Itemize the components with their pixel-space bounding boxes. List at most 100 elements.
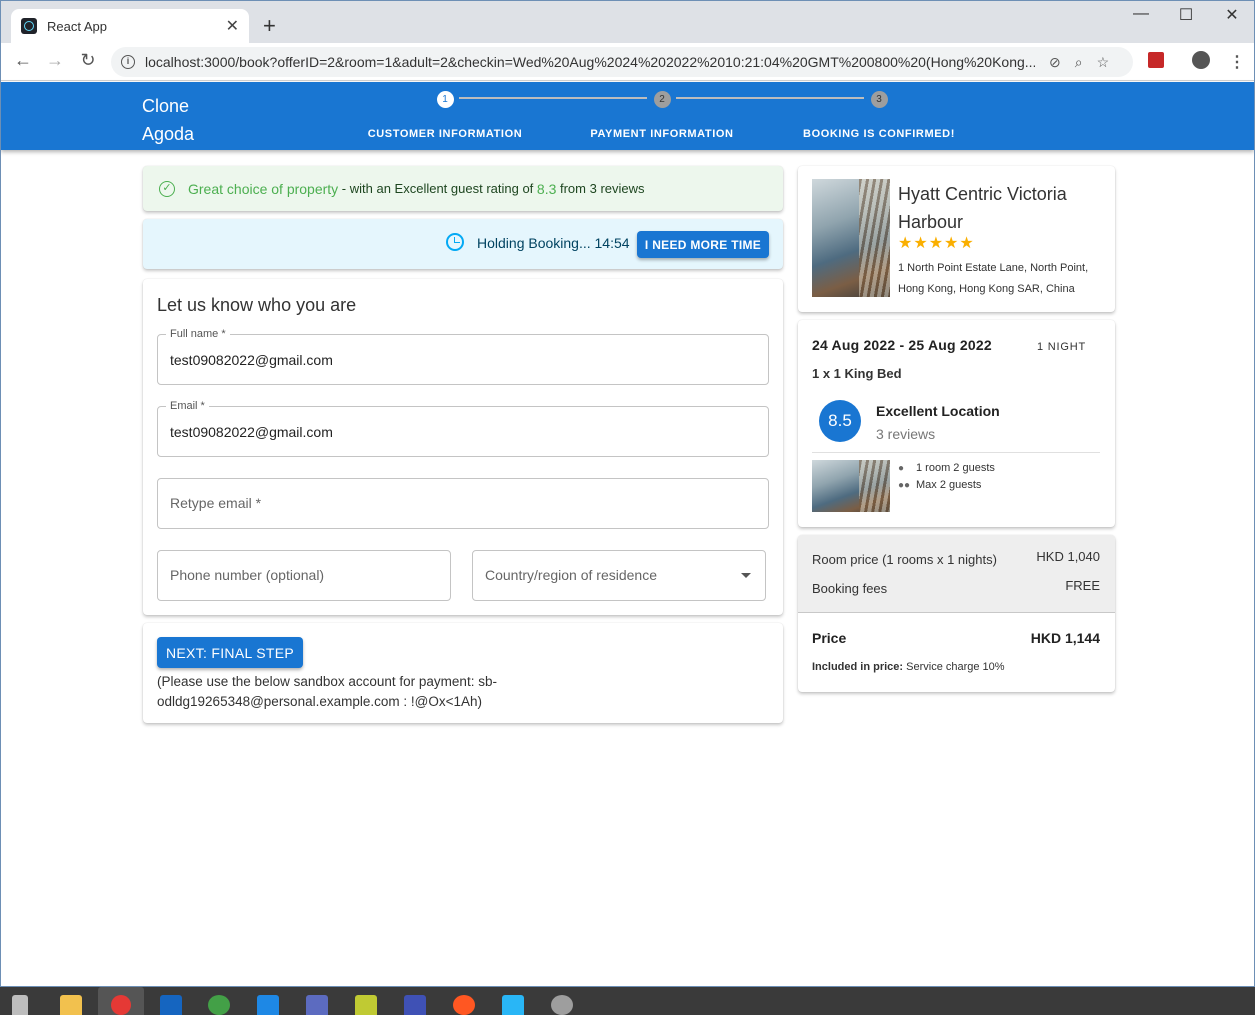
reload-icon[interactable]: ↻: [76, 50, 100, 71]
extension-icon[interactable]: [1148, 52, 1164, 68]
country-placeholder: Country/region of residence: [485, 567, 657, 583]
email-value[interactable]: test09082022@gmail.com: [170, 424, 333, 440]
profile-avatar-icon[interactable]: [1192, 51, 1210, 69]
retype-email-placeholder: Retype email *: [170, 495, 262, 511]
email-field[interactable]: Email * test09082022@gmail.com: [157, 400, 769, 457]
full-name-field[interactable]: Full name * test09082022@gmail.com: [157, 328, 769, 385]
customer-info-form: Let us know who you are Full name * test…: [143, 279, 783, 615]
rating-middle-text: - with an Excellent guest rating of: [338, 181, 537, 196]
form-title: Let us know who you are: [157, 295, 357, 315]
price-breakdown: Room price (1 rooms x 1 nights) HKD 1,04…: [798, 535, 1115, 613]
paint-icon[interactable]: [551, 995, 573, 1015]
hotel-photo: [812, 179, 890, 297]
postman-icon[interactable]: [453, 995, 475, 1015]
task-view-icon[interactable]: [12, 995, 28, 1015]
included-label: Included in price:: [812, 661, 904, 673]
react-logo-icon: [21, 18, 37, 34]
brand-logo[interactable]: Clone Agoda: [142, 92, 222, 148]
control-panel-icon[interactable]: [502, 995, 524, 1015]
dropdown-arrow-icon[interactable]: [741, 573, 751, 578]
booking-fees-value: FREE: [1065, 578, 1100, 593]
rating-highlight: Great choice of property: [188, 180, 339, 197]
person-icon: ●: [898, 463, 905, 474]
rating-score: 8.3: [536, 180, 557, 197]
hotel-address: 1 North Point Estate Lane, North Point, …: [898, 262, 1089, 295]
bed-type: 1 x 1 King Bed: [812, 366, 902, 381]
outlook-icon[interactable]: [160, 995, 182, 1015]
rating-alert: ✓ Great choice of property - with an Exc…: [143, 166, 783, 211]
country-select[interactable]: Country/region of residence: [472, 550, 766, 601]
room-price-label: Room price (1 rooms x 1 nights): [812, 552, 997, 567]
mysql-workbench-icon[interactable]: [404, 995, 426, 1015]
next-step-card: NEXT: FINAL STEP (Please use the below s…: [143, 623, 783, 723]
app-bar: Clone Agoda 1 CUSTOMER INFORMATION 2 PAY…: [1, 82, 1254, 150]
address-bar[interactable]: i localhost:3000/book?offerID=2&room=1&a…: [111, 47, 1133, 77]
tab-close-icon[interactable]: ✕: [226, 16, 239, 36]
site-info-icon[interactable]: i: [121, 55, 135, 69]
total-price-value: HKD 1,144: [1030, 630, 1100, 646]
holding-booking-alert: Holding Booking... 14:54 I NEED MORE TIM…: [143, 219, 783, 269]
tab-title: React App: [47, 18, 107, 34]
full-name-value[interactable]: test09082022@gmail.com: [170, 352, 333, 368]
step-connector: [459, 97, 647, 99]
total-price-label: Price: [812, 630, 847, 646]
step-label: PAYMENT INFORMATION: [590, 128, 734, 140]
new-tab-button[interactable]: +: [263, 13, 276, 39]
divider: [812, 452, 1100, 453]
phone-placeholder: Phone number (optional): [170, 567, 325, 583]
stay-details-card: 24 Aug 2022 - 25 Aug 2022 1 NIGHT 1 x 1 …: [798, 320, 1115, 527]
need-more-time-button[interactable]: I NEED MORE TIME: [637, 231, 769, 258]
browser-window: React App ✕ + — ☐ ✕ ← → ↻ i localhost:30…: [0, 0, 1255, 987]
tab-strip: React App ✕ + — ☐ ✕: [1, 1, 1254, 43]
hotel-summary-card: Hyatt Centric Victoria Harbour ★★★★★ 1 N…: [798, 166, 1115, 312]
nights-count: 1 NIGHT: [1037, 341, 1086, 353]
room-price-value: HKD 1,040: [1036, 549, 1100, 564]
vscode-icon[interactable]: [257, 995, 279, 1015]
browser-tab[interactable]: React App ✕: [11, 9, 249, 43]
close-window-button[interactable]: ✕: [1209, 5, 1254, 25]
group-icon: ●●: [898, 480, 911, 491]
stay-dates: 24 Aug 2022 - 25 Aug 2022: [812, 337, 992, 353]
step-1-icon: 1: [436, 91, 454, 108]
step-label: CUSTOMER INFORMATION: [367, 128, 523, 140]
zoom-icon[interactable]: ⌕: [1075, 54, 1083, 71]
max-guests: Max 2 guests: [916, 479, 982, 491]
retype-email-field[interactable]: Retype email *: [157, 478, 769, 529]
check-circle-icon: ✓: [159, 180, 175, 197]
notes-app-icon[interactable]: [355, 995, 377, 1015]
email-label: Email *: [166, 400, 209, 412]
included-value: Service charge 10%: [903, 661, 1005, 673]
next-final-step-button[interactable]: NEXT: FINAL STEP: [157, 637, 303, 668]
maximize-button[interactable]: ☐: [1163, 5, 1209, 25]
url-text[interactable]: localhost:3000/book?offerID=2&room=1&adu…: [145, 54, 1035, 70]
room-photo: [812, 460, 890, 512]
room-guests: 1 room 2 guests: [916, 462, 995, 474]
eye-app-icon[interactable]: [208, 995, 230, 1015]
menu-kebab-icon[interactable]: ⋮: [1229, 52, 1245, 72]
file-explorer-icon[interactable]: [60, 995, 82, 1015]
rating-suffix-text: from 3 reviews: [556, 181, 645, 196]
hotel-name: Hyatt Centric Victoria Harbour: [898, 184, 1067, 232]
chrome-icon[interactable]: [111, 995, 131, 1015]
clock-icon: [446, 233, 464, 251]
sandbox-account-note: (Please use the below sandbox account fo…: [157, 674, 497, 709]
star-rating-icon: ★★★★★: [898, 235, 975, 252]
location-reviews: 3 reviews: [876, 426, 936, 442]
holding-timer: Holding Booking... 14:54: [477, 235, 630, 251]
browser-toolbar: ← → ↻ i localhost:3000/book?offerID=2&ro…: [1, 43, 1254, 81]
network-app-icon[interactable]: [306, 995, 328, 1015]
step-2-icon: 2: [653, 91, 671, 108]
forward-arrow-icon[interactable]: →: [43, 50, 67, 71]
step-connector: [676, 97, 864, 99]
minimize-button[interactable]: —: [1118, 5, 1164, 23]
blocked-content-icon[interactable]: ⊘: [1049, 54, 1061, 71]
max-guests-line: ●● Max 2 guests: [898, 479, 981, 491]
bookmark-star-icon[interactable]: ☆: [1097, 54, 1110, 71]
windows-taskbar: [0, 987, 1255, 1015]
phone-number-field[interactable]: Phone number (optional): [157, 550, 451, 601]
price-summary-card: Room price (1 rooms x 1 nights) HKD 1,04…: [798, 535, 1115, 692]
back-arrow-icon[interactable]: ←: [11, 50, 35, 71]
room-guests-line: ● 1 room 2 guests: [898, 462, 995, 474]
step-3-icon: 3: [870, 91, 888, 108]
location-title: Excellent Location: [876, 403, 1000, 419]
